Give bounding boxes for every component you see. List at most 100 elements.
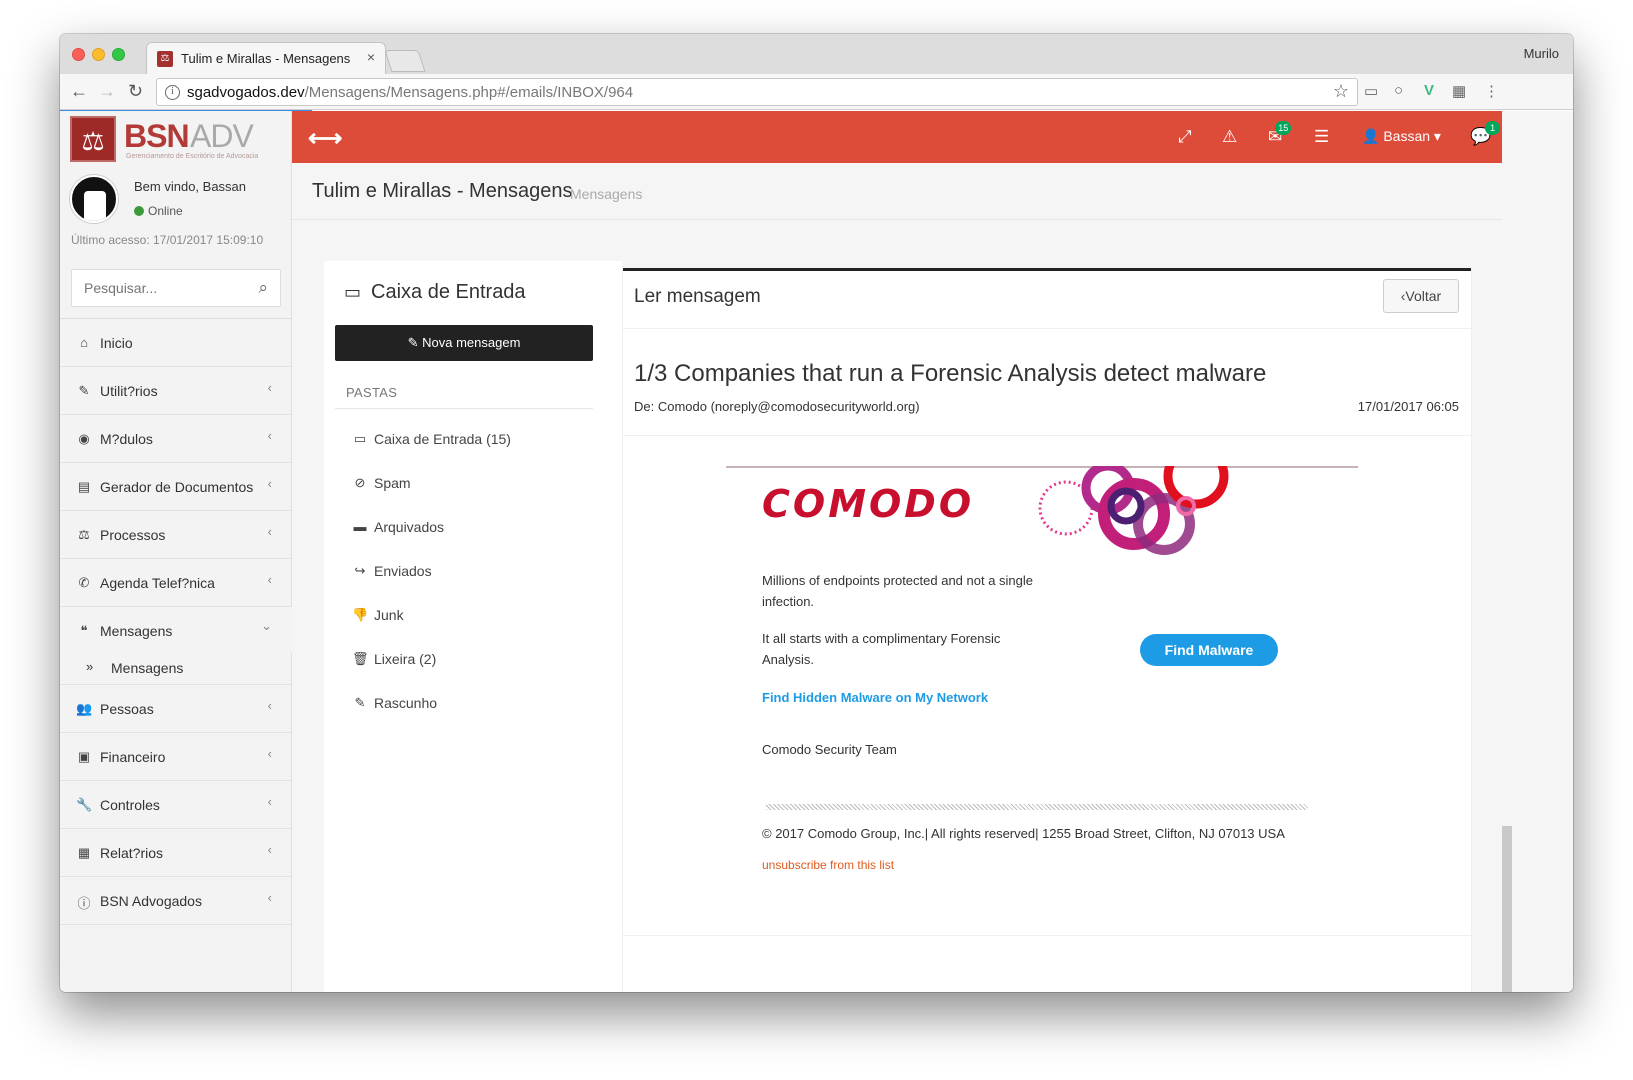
user-menu[interactable]: 👤 Bassan ▾: [1362, 128, 1441, 145]
sidebar-item-mensagens[interactable]: ❝ Mensagens ⌄: [60, 607, 292, 653]
forward-arrow-icon[interactable]: →: [98, 82, 116, 100]
chevron-left-icon: ‹: [267, 746, 272, 761]
sidebar-item-modulos[interactable]: ◉ M?dulos ‹: [60, 415, 292, 463]
unsubscribe-link[interactable]: unsubscribe from this list: [762, 858, 894, 872]
chat-icon[interactable]: 💬 1: [1470, 121, 1501, 147]
user-circle-icon: ◉: [78, 431, 90, 446]
search-input[interactable]: [84, 270, 244, 306]
folder-sent[interactable]: ↪ Enviados: [352, 555, 592, 599]
top-navbar: ⟷ ⤢ ⚠ ✉ 15 ☰ 👤 Bassan ▾ 💬 1: [292, 111, 1502, 163]
search-icon[interactable]: ⌕: [258, 278, 268, 298]
message-panel: Ler mensagem ‹Voltar 1/3 Companies that …: [623, 268, 1471, 992]
sidebar-toggle-icon[interactable]: ⟷: [308, 124, 342, 153]
back-arrow-icon[interactable]: ←: [70, 82, 88, 100]
extension-circle-icon[interactable]: ○: [1394, 82, 1403, 99]
folder-spam[interactable]: ⊘ Spam: [352, 467, 592, 511]
new-tab-button[interactable]: [384, 50, 426, 72]
balance-scale-icon: ⚖: [78, 527, 90, 542]
mailbox-panel: ▭ Caixa de Entrada ✎ Nova mensagem PASTAS…: [324, 261, 622, 992]
sidebar-subitem-mensagens[interactable]: » Mensagens: [60, 653, 292, 685]
last-access: Último acesso: 17/01/2017 15:09:10: [71, 233, 264, 247]
page-title: Tulim e Mirallas - Mensagens: [312, 180, 573, 202]
folder-drafts[interactable]: ✎ Rascunho: [352, 687, 592, 731]
content-header: Tulim e Mirallas - Mensagens Mensagens: [292, 163, 1502, 220]
chevron-left-icon: ‹: [267, 890, 272, 905]
sidebar-item-utilitarios[interactable]: ✎ Utilit?rios ‹: [60, 367, 292, 415]
tab-strip: ⚖ Tulim e Mirallas - Mensagens × Murilo: [60, 34, 1573, 74]
find-malware-button[interactable]: Find Malware: [1140, 634, 1278, 666]
sidebar-item-relatorios[interactable]: ▦ Relat?rios ‹: [60, 829, 292, 877]
divider: [623, 435, 1471, 436]
list-icon[interactable]: ☰: [1314, 127, 1329, 147]
comodo-logo: COMODO: [762, 482, 975, 526]
logo[interactable]: ⚖ BSN ADV Gerenciamento de Escritório de…: [70, 116, 300, 166]
chevron-left-icon: ‹: [267, 380, 272, 395]
message-date: 17/01/2017 06:05: [1357, 399, 1459, 414]
window-close-button[interactable]: [72, 48, 85, 61]
chat-badge: 1: [1485, 121, 1501, 135]
tab-title: Tulim e Mirallas - Mensagens: [181, 51, 351, 66]
folder-inbox[interactable]: ▭ Caixa de Entrada (15): [352, 423, 592, 467]
app: ⚖ BSN ADV Gerenciamento de Escritório de…: [60, 111, 1573, 992]
sidebar-item-financeiro[interactable]: ▣ Financeiro ‹: [60, 733, 292, 781]
bookmark-star-icon[interactable]: ☆: [1333, 81, 1349, 102]
archive-icon: ▬: [353, 519, 367, 534]
extension-grid-icon[interactable]: ▦: [1452, 82, 1466, 100]
chevron-down-icon: ⌄: [261, 618, 272, 633]
back-button[interactable]: ‹Voltar: [1383, 279, 1459, 313]
double-chevron-right-icon: »: [86, 659, 94, 674]
message-panel-header: Ler mensagem ‹Voltar: [623, 271, 1471, 329]
edit-icon: ✎: [354, 695, 366, 710]
phone-icon: ✆: [78, 575, 90, 590]
sidebar-item-gerador-documentos[interactable]: ▤ Gerador de Documentos ‹: [60, 463, 292, 511]
info-icon[interactable]: i: [165, 85, 180, 100]
trash-icon: 🗑: [352, 651, 369, 666]
folder-trash[interactable]: 🗑 Lixeira (2): [352, 643, 592, 687]
url-text[interactable]: sgadvogados.dev/Mensagens/Mensagens.php#…: [187, 84, 633, 101]
email-signature: Comodo Security Team: [762, 742, 897, 757]
share-icon: ↪: [354, 563, 366, 578]
cast-icon[interactable]: ▭: [1364, 82, 1378, 100]
window-minimize-button[interactable]: [92, 48, 105, 61]
sidebar-item-pessoas[interactable]: 👥 Pessoas ‹: [60, 685, 292, 733]
folders-heading: PASTAS: [346, 385, 398, 400]
browser-tab[interactable]: ⚖ Tulim e Mirallas - Mensagens ×: [146, 42, 386, 74]
user-icon: 👤: [1362, 128, 1380, 144]
tab-close-icon[interactable]: ×: [367, 49, 375, 65]
reload-icon[interactable]: ↻: [128, 82, 143, 100]
divider: [623, 935, 1471, 936]
info-circle-icon: ⓘ: [77, 896, 91, 911]
new-message-button[interactable]: ✎ Nova mensagem: [335, 325, 593, 361]
online-status-icon: [134, 206, 144, 216]
profile-name[interactable]: Murilo: [1524, 46, 1559, 61]
sidebar-item-processos[interactable]: ⚖ Processos ‹: [60, 511, 292, 559]
avatar: [70, 175, 118, 223]
ban-icon: ⊘: [354, 475, 366, 490]
vue-devtools-icon[interactable]: V: [1424, 82, 1434, 99]
sidebar-item-controles[interactable]: 🔧 Controles ‹: [60, 781, 292, 829]
chevron-left-icon: ‹: [267, 572, 272, 587]
wrench-icon: 🔧: [76, 797, 93, 812]
browser-toolbar: ← → ↻ i sgadvogados.dev/Mensagens/Mensag…: [60, 74, 1573, 110]
envelope-icon[interactable]: ✉ 15: [1268, 121, 1292, 147]
chevron-left-icon: ‹: [267, 794, 272, 809]
favicon-icon: ⚖: [157, 51, 173, 67]
folder-archived[interactable]: ▬ Arquivados: [352, 511, 592, 555]
chevron-left-icon: ‹: [267, 476, 272, 491]
folder-junk[interactable]: 👎 Junk: [352, 599, 592, 643]
sidebar-item-agenda[interactable]: ✆ Agenda Telef?nica ‹: [60, 559, 292, 607]
menu-kebab-icon[interactable]: ⋮: [1484, 82, 1499, 100]
email-paragraph: It all starts with a complimentary Foren…: [762, 631, 1001, 667]
address-bar[interactable]: i sgadvogados.dev/Mensagens/Mensagens.ph…: [156, 78, 1358, 106]
inbox-icon: ▭: [353, 431, 367, 446]
sidebar-item-bsn-advogados[interactable]: ⓘ BSN Advogados ‹: [60, 877, 292, 925]
pencil-icon: ✎: [407, 335, 419, 350]
sidebar-item-inicio[interactable]: ⌂ Inicio: [60, 319, 292, 367]
divider: [766, 804, 1308, 810]
find-hidden-malware-link[interactable]: Find Hidden Malware on My Network: [762, 690, 988, 705]
window-maximize-button[interactable]: [112, 48, 125, 61]
scrollbar[interactable]: [1502, 826, 1512, 992]
warning-icon[interactable]: ⚠: [1222, 127, 1237, 147]
home-icon: ⌂: [80, 335, 88, 350]
expand-icon[interactable]: ⤢: [1178, 127, 1192, 147]
